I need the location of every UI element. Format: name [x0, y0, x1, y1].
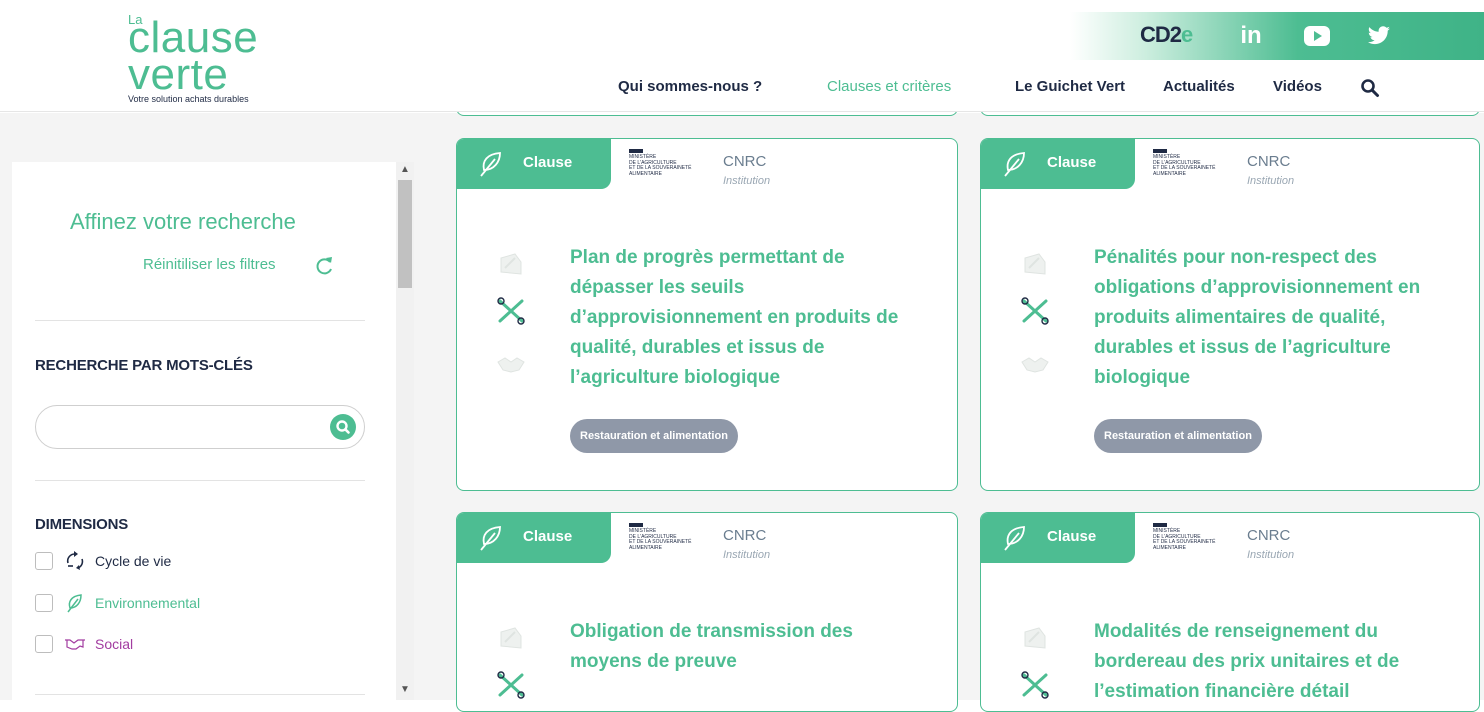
- filter-environnemental[interactable]: Environnemental: [35, 592, 200, 614]
- clause-badge: Clause: [457, 139, 611, 189]
- clause-card[interactable]: Clause MINISTÈRE DE L'AGRICULTURE ET DE …: [980, 512, 1480, 712]
- ministry-logo: MINISTÈRE DE L'AGRICULTURE ET DE LA SOUV…: [629, 523, 715, 569]
- cycle-icon: [500, 627, 522, 649]
- sidebar-title: Affinez votre recherche: [70, 209, 296, 234]
- filter-social[interactable]: Social: [35, 633, 133, 655]
- clause-card[interactable]: Clause MINISTÈRE DE L'AGRICULTURE ET DE …: [980, 138, 1480, 491]
- site-logo[interactable]: La clause verte Votre solution achats du…: [128, 12, 288, 106]
- cycle-icon: [1024, 627, 1046, 649]
- scroll-up-arrow-icon[interactable]: ▲: [398, 164, 412, 178]
- clause-badge: Clause: [981, 513, 1135, 563]
- scroll-down-arrow-icon[interactable]: ▼: [398, 684, 412, 698]
- nav-videos[interactable]: Vidéos: [1273, 78, 1322, 98]
- institution-label: Institution: [1247, 549, 1295, 561]
- ministry-name: MINISTÈRE DE L'AGRICULTURE ET DE LA SOUV…: [629, 528, 692, 551]
- card-type: Clause: [1047, 154, 1097, 171]
- institution-label: Institution: [1247, 175, 1295, 187]
- republic-flag: [629, 523, 643, 527]
- filter-label: Environnemental: [95, 595, 201, 611]
- card-title[interactable]: Plan de progrès permettant de dépasser l…: [570, 243, 910, 393]
- scrollbar-thumb[interactable]: [398, 180, 412, 288]
- checkbox[interactable]: [35, 594, 53, 612]
- keyword-search-box: [35, 405, 365, 449]
- leaf-icon: [480, 152, 501, 177]
- reset-filters-link[interactable]: Réinitiliser les filtres: [143, 256, 276, 273]
- category-tag[interactable]: Restauration et alimentation: [570, 419, 738, 453]
- checkbox[interactable]: [35, 552, 53, 570]
- clause-badge: Clause: [457, 513, 611, 563]
- clause-card[interactable]: Clause MINISTÈRE DE L'AGRICULTURE ET DE …: [456, 138, 958, 491]
- handshake-icon: [497, 357, 525, 373]
- ministry-logo: MINISTÈRE DE L'AGRICULTURE ET DE LA SOUV…: [1153, 523, 1239, 569]
- cycle-icon: [63, 550, 87, 572]
- leaf-icon: [1004, 526, 1025, 551]
- cycle-icon: [1024, 253, 1046, 275]
- institution-name: CNRC: [1247, 153, 1291, 170]
- institution-label: Institution: [723, 175, 771, 187]
- nav-guichet-vert[interactable]: Le Guichet Vert: [1015, 78, 1125, 98]
- leaf-icon: [1004, 152, 1025, 177]
- logo-word-verte: verte: [128, 50, 229, 99]
- filter-cycle-de-vie[interactable]: Cycle de vie: [35, 550, 171, 572]
- checkbox[interactable]: [35, 635, 53, 653]
- partner-logo-cd2e[interactable]: CD2e: [1140, 22, 1193, 48]
- nav-actualites[interactable]: Actualités: [1163, 78, 1235, 98]
- filter-label: Social: [95, 636, 134, 652]
- tools-icon: [497, 297, 525, 325]
- card-title[interactable]: Pénalités pour non-respect des obligatio…: [1094, 243, 1434, 393]
- social-bar: [1070, 12, 1484, 60]
- republic-flag: [1153, 523, 1167, 527]
- ministry-name: MINISTÈRE DE L'AGRICULTURE ET DE LA SOUV…: [1153, 528, 1216, 551]
- institution-name: CNRC: [723, 153, 767, 170]
- category-tag[interactable]: Restauration et alimentation: [1094, 419, 1262, 453]
- handshake-icon: [1021, 357, 1049, 373]
- republic-flag: [629, 149, 643, 153]
- nav-qui-sommes-nous[interactable]: Qui sommes-nous ?: [618, 78, 762, 98]
- twitter-icon[interactable]: [1364, 24, 1394, 48]
- site-header: La clause verte Votre solution achats du…: [0, 0, 1484, 112]
- keyword-search-button[interactable]: [330, 414, 356, 440]
- card-type: Clause: [1047, 528, 1097, 545]
- ministry-name: MINISTÈRE DE L'AGRICULTURE ET DE LA SOUV…: [629, 154, 692, 177]
- tools-icon: [1021, 297, 1049, 325]
- card-title[interactable]: Modalités de renseignement du bordereau …: [1094, 617, 1434, 707]
- linkedin-icon[interactable]: in: [1236, 22, 1266, 49]
- clause-badge: Clause: [981, 139, 1135, 189]
- nav-clauses-et-criteres[interactable]: Clauses et critères: [827, 78, 951, 98]
- card-title[interactable]: Obligation de transmission des moyens de…: [570, 617, 910, 677]
- refresh-icon[interactable]: [313, 255, 335, 277]
- institution-label: Institution: [723, 549, 771, 561]
- tools-icon: [1021, 671, 1049, 699]
- institution-name: CNRC: [723, 527, 767, 544]
- leaf-icon: [63, 592, 87, 614]
- search-icon[interactable]: [1360, 78, 1380, 98]
- keywords-section-title: RECHERCHE PAR MOTS-CLÉS: [35, 357, 253, 374]
- sidebar-divider: [35, 320, 365, 321]
- dimensions-section-title: DIMENSIONS: [35, 516, 129, 533]
- sidebar-divider: [35, 694, 365, 695]
- logo-tagline: Votre solution achats durables: [128, 94, 249, 104]
- keyword-search-input[interactable]: [52, 416, 322, 438]
- card-type: Clause: [523, 154, 573, 171]
- tools-icon: [497, 671, 525, 699]
- leaf-icon: [480, 526, 501, 551]
- ministry-logo: MINISTÈRE DE L'AGRICULTURE ET DE LA SOUV…: [629, 149, 715, 195]
- institution-name: CNRC: [1247, 527, 1291, 544]
- card-type: Clause: [523, 528, 573, 545]
- ministry-logo: MINISTÈRE DE L'AGRICULTURE ET DE LA SOUV…: [1153, 149, 1239, 195]
- ministry-name: MINISTÈRE DE L'AGRICULTURE ET DE LA SOUV…: [1153, 154, 1216, 177]
- sidebar-divider: [35, 480, 365, 481]
- filter-label: Cycle de vie: [95, 553, 172, 569]
- youtube-icon[interactable]: [1300, 24, 1334, 48]
- handshake-icon: [63, 633, 87, 655]
- republic-flag: [1153, 149, 1167, 153]
- partner-name: CD2e: [1140, 22, 1193, 47]
- clause-card[interactable]: Clause MINISTÈRE DE L'AGRICULTURE ET DE …: [456, 512, 958, 712]
- cycle-icon: [500, 253, 522, 275]
